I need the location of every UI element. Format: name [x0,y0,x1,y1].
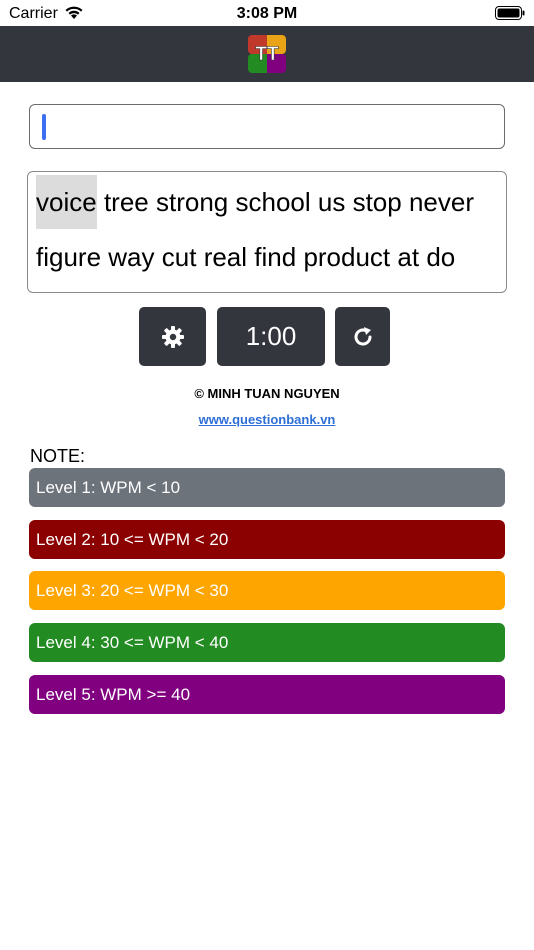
word: strong [155,187,229,217]
word: cut [161,242,197,272]
note-label: NOTE: [30,446,86,466]
level-3-badge: Level 3: 20 <= WPM < 30 [29,571,505,610]
level-5-badge: Level 5: WPM >= 40 [29,675,505,714]
timer-button[interactable]: 1:00 [217,307,325,366]
word: do [426,242,456,272]
level-1-badge: Level 1: WPM < 10 [29,468,505,507]
word: never [408,187,475,217]
gear-icon [161,325,184,348]
word: at [397,242,420,272]
app-header: TT [0,26,534,82]
word-display: voice tree strong school us stop never f… [27,171,507,293]
word: stop [352,187,402,217]
word: school [235,187,311,217]
text-caret [42,114,46,140]
word: tree [103,187,149,217]
level-2-badge: Level 2: 10 <= WPM < 20 [29,520,505,559]
word: find [254,242,297,272]
reset-button[interactable] [335,307,390,366]
word: way [108,242,155,272]
website-link[interactable]: www.questionbank.vn [0,412,534,427]
word: real [203,242,248,272]
word: product [303,242,391,272]
app-logo: TT [248,35,286,73]
timer-label: 1:00 [245,321,297,351]
logo-text: TT [255,44,279,65]
status-bar: Carrier 3:08 PM [0,0,534,26]
word: voice [36,175,97,229]
word: us [317,187,346,217]
word-line-1: voice tree strong school us stop never [36,175,474,229]
settings-button[interactable] [139,307,206,366]
battery-icon [495,6,525,20]
refresh-icon [354,326,371,345]
typing-input[interactable] [29,104,505,149]
status-time: 3:08 PM [236,5,298,22]
copyright-text: © MINH TUAN NGUYEN [194,386,340,401]
word: figure [36,242,102,272]
level-4-badge: Level 4: 30 <= WPM < 40 [29,623,505,662]
word-line-2: figure way cut real find product at do [36,230,455,284]
